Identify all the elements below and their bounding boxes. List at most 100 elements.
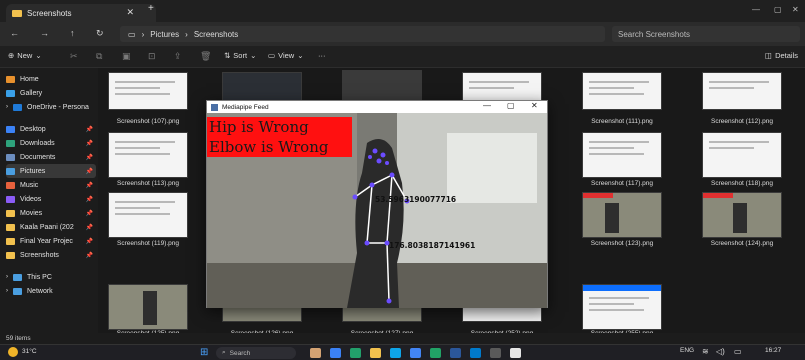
weather-temp[interactable]: 31°C (22, 348, 37, 355)
window-title-bar[interactable]: Mediapipe Feed — ▢ ✕ (207, 101, 547, 113)
breadcrumb[interactable]: ▭ › Pictures › Screenshots (120, 26, 605, 42)
thumbnail-107[interactable] (108, 72, 188, 110)
sidebar-item-pictures[interactable]: Pictures 📌 (6, 164, 96, 178)
share-icon[interactable]: ⇪ (174, 51, 182, 62)
thumbnail-255[interactable] (582, 284, 662, 330)
sidebar-item-music[interactable]: Music 📌 (6, 178, 96, 192)
view-button[interactable]: ▭ View ⌄ (268, 51, 304, 60)
file-name[interactable]: Screenshot (113).png (88, 180, 208, 187)
thumbnail-127[interactable] (342, 306, 422, 322)
sidebar-item-screenshots[interactable]: Screenshots 📌 (6, 248, 96, 262)
breadcrumb-pictures[interactable]: Pictures (150, 30, 179, 39)
app-icon-4[interactable] (490, 348, 501, 358)
vscode-icon[interactable] (470, 348, 481, 358)
thumbnail-119[interactable] (108, 192, 188, 238)
pin-icon: 📌 (85, 224, 93, 231)
app-icon-5[interactable] (510, 348, 521, 358)
new-button[interactable]: ⊕ New ⌄ (8, 51, 42, 60)
thumbnail-123[interactable] (582, 192, 662, 238)
rename-icon[interactable]: ⊡ (148, 51, 156, 62)
new-tab-button[interactable]: + (148, 3, 154, 14)
sidebar-item-network[interactable]: › Network (6, 284, 96, 298)
file-name[interactable]: Screenshot (119).png (88, 240, 208, 247)
thumbnail-113[interactable] (108, 132, 188, 178)
sidebar-item-documents[interactable]: Documents 📌 (6, 150, 96, 164)
sidebar-item-downloads[interactable]: Downloads 📌 (6, 136, 96, 150)
delete-icon[interactable]: 🗑 (200, 51, 211, 62)
sidebar-item-home[interactable]: Home (6, 72, 96, 86)
forward-icon[interactable]: → (40, 28, 49, 38)
paste-icon[interactable]: ▣ (122, 51, 131, 62)
refresh-icon[interactable]: ↻ (96, 28, 104, 39)
tab-screenshots[interactable]: Screenshots ✕ (6, 4, 156, 22)
mediapipe-window[interactable]: Mediapipe Feed — ▢ ✕ Hip is Wrong Elbow … (206, 100, 548, 308)
breadcrumb-screenshots[interactable]: Screenshots (194, 30, 238, 39)
sidebar-item-final-year-project[interactable]: Final Year Projec 📌 (6, 234, 96, 248)
thumbnail-109[interactable] (342, 70, 422, 104)
sidebar-item-gallery[interactable]: Gallery (6, 86, 96, 100)
app-icon (211, 103, 218, 111)
copy-icon[interactable]: ⧉ (96, 51, 102, 62)
file-name[interactable]: Screenshot (124).png (682, 240, 802, 247)
close-tab-icon[interactable]: ✕ (126, 7, 134, 18)
cut-icon[interactable]: ✂ (70, 51, 78, 62)
thumbnail-126[interactable] (222, 306, 302, 322)
minimize-icon[interactable]: — (752, 5, 760, 14)
sidebar-label: Music (20, 181, 39, 189)
close-icon[interactable]: ✕ (531, 101, 538, 110)
close-window-icon[interactable]: ✕ (792, 5, 799, 14)
thumbnail-112[interactable] (702, 72, 782, 110)
sidebar-item-movies[interactable]: Movies 📌 (6, 206, 96, 220)
sort-button[interactable]: ⇅ Sort ⌄ (224, 51, 256, 60)
desktop-icon (6, 125, 15, 133)
file-name[interactable]: Screenshot (123).png (562, 240, 682, 247)
file-name[interactable]: Screenshot (111).png (562, 118, 682, 125)
command-bar: ⊕ New ⌄ ✂ ⧉ ▣ ⊡ ⇪ 🗑 ⇅ Sort ⌄ ▭ View ⌄ ··… (0, 46, 805, 68)
maximize-icon[interactable]: ▢ (774, 5, 782, 14)
taskbar-search[interactable]: ⌕ Search (216, 347, 296, 359)
thumbnail-118[interactable] (702, 132, 782, 178)
clock[interactable]: 16:27 (765, 347, 781, 354)
minimize-icon[interactable]: — (483, 101, 491, 110)
language-indicator[interactable]: ENG (680, 347, 694, 354)
sidebar-item-this-pc[interactable]: › This PC (6, 270, 96, 284)
details-button[interactable]: ◫ Details (765, 51, 798, 60)
sidebar-label: Kaala Paani (202 (20, 223, 74, 231)
file-name[interactable]: Screenshot (107).png (88, 118, 208, 125)
edge-icon[interactable] (390, 348, 401, 358)
excel-icon[interactable] (430, 348, 441, 358)
maximize-icon[interactable]: ▢ (507, 101, 515, 110)
thumbnail-125[interactable] (108, 284, 188, 330)
pin-icon: 📌 (85, 196, 93, 203)
weather-icon[interactable] (8, 347, 18, 357)
thumbnail-111[interactable] (582, 72, 662, 110)
thumbnail-252[interactable] (462, 306, 542, 322)
file-name[interactable]: Screenshot (118).png (682, 180, 802, 187)
sidebar-item-onedrive[interactable]: › OneDrive - Persona (6, 100, 96, 114)
file-explorer-icon[interactable] (370, 348, 381, 358)
up-icon[interactable]: ↑ (70, 28, 75, 38)
thumbnail-124[interactable] (702, 192, 782, 238)
thumbnail-117[interactable] (582, 132, 662, 178)
chrome-icon[interactable] (410, 348, 421, 358)
hip-angle: 176.8038187141961 (389, 241, 476, 250)
monitor-icon: ▭ (128, 29, 136, 39)
status-bar: 59 items (0, 333, 805, 344)
app-icon-1[interactable] (310, 348, 321, 358)
back-icon[interactable]: ← (10, 28, 19, 38)
file-name[interactable]: Screenshot (117).png (562, 180, 682, 187)
start-icon[interactable]: ⊞ (200, 347, 208, 358)
sidebar-item-videos[interactable]: Videos 📌 (6, 192, 96, 206)
file-name[interactable]: Screenshot (112).png (682, 118, 802, 125)
sidebar-item-desktop[interactable]: Desktop 📌 (6, 122, 96, 136)
more-options-button[interactable]: ··· (318, 51, 326, 60)
wifi-icon[interactable]: ≋ (702, 347, 709, 356)
app-icon-2[interactable] (330, 348, 341, 358)
sidebar-item-kaala-paani[interactable]: Kaala Paani (202 📌 (6, 220, 96, 234)
app-icon-3[interactable] (350, 348, 361, 358)
battery-icon[interactable]: ▭ (734, 347, 742, 356)
video-feed: Hip is Wrong Elbow is Wrong 53.596319007… (207, 113, 547, 308)
word-icon[interactable] (450, 348, 461, 358)
search-input[interactable]: Search Screenshots (612, 26, 800, 42)
volume-icon[interactable]: ◁) (716, 347, 725, 356)
